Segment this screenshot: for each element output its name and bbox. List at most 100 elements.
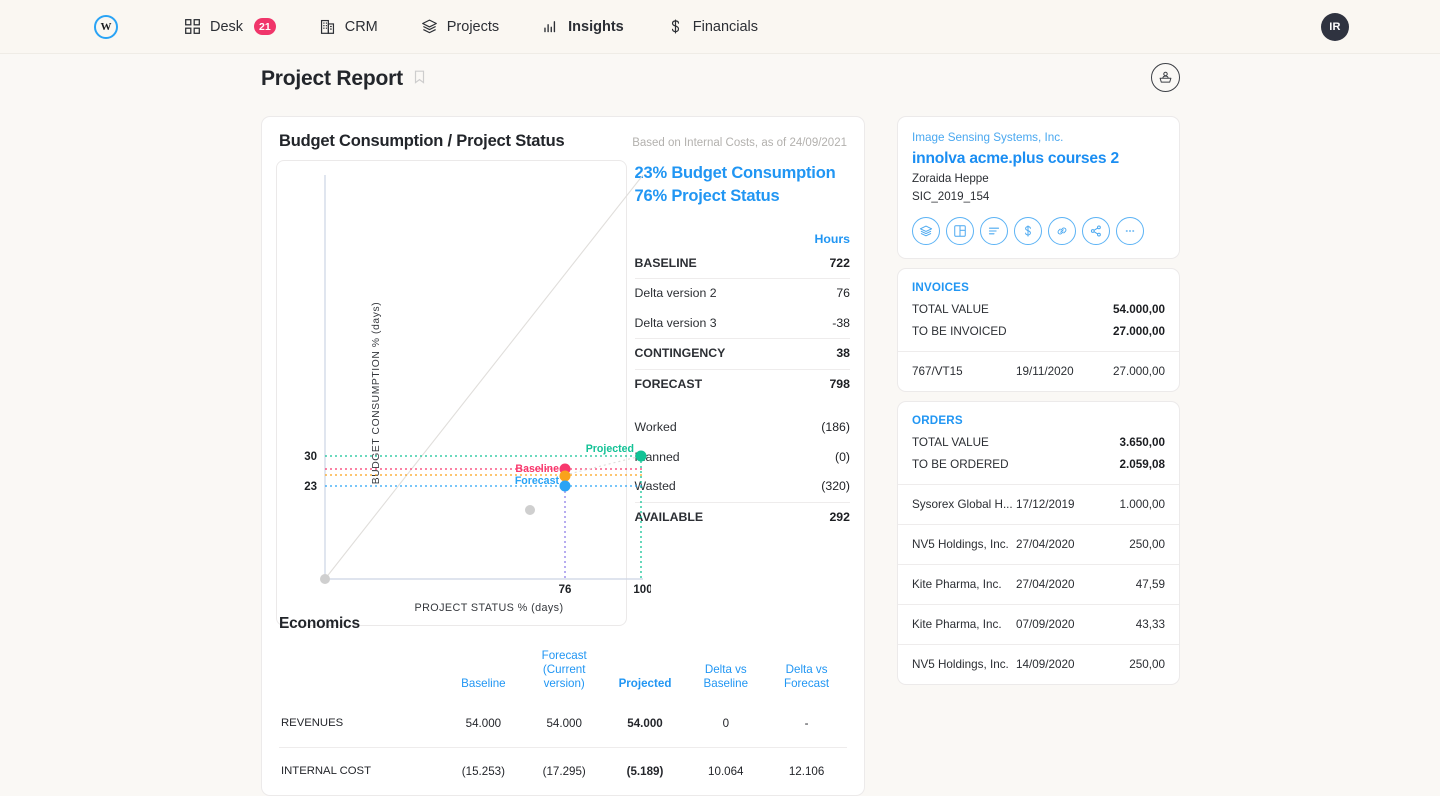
svg-text:30: 30 xyxy=(304,451,317,463)
headline-project-status: 76% Project Status xyxy=(634,187,780,206)
stat-value: (320) xyxy=(821,479,850,494)
orders-total-row: TOTAL VALUE 3.650,00 xyxy=(912,436,1165,449)
budget-stats-panel: 23% Budget Consumption 76% Project Statu… xyxy=(634,160,850,626)
layers-icon-button[interactable] xyxy=(912,216,940,245)
order-ref: Sysorex Global H... xyxy=(912,497,1013,511)
building-icon xyxy=(319,18,336,35)
invoices-summary: INVOICES TOTAL VALUE 54.000,00 TO BE INV… xyxy=(898,269,1179,351)
invoice-ref: 767/VT15 xyxy=(912,364,963,378)
dollar-icon xyxy=(667,18,684,35)
order-date: 27/04/2020 xyxy=(1016,577,1075,591)
value: 2.059,08 xyxy=(1119,457,1166,471)
budget-status-scatter-chart[interactable]: BUDGET CONSUMPTION % (days) 30 23 76 100… xyxy=(276,160,651,626)
value: 3.650,00 xyxy=(1119,435,1166,449)
more-icon xyxy=(1125,229,1135,232)
nav-item-projects[interactable]: Projects xyxy=(421,18,499,35)
order-date: 27/04/2020 xyxy=(1016,537,1075,551)
label: TO BE ORDERED xyxy=(912,457,1009,471)
list-item[interactable]: NV5 Holdings, Inc. 14/09/2020 250,00 xyxy=(898,643,1179,684)
app-logo[interactable]: W xyxy=(94,14,118,39)
col-header-delta-forecast: Delta vs Forecast xyxy=(784,662,830,690)
list-item[interactable]: 767/VT15 19/11/2020 27.000,00 xyxy=(898,350,1179,391)
orders-pending-row: TO BE ORDERED 2.059,08 xyxy=(912,458,1165,471)
layout-icon-button[interactable] xyxy=(946,216,974,245)
cell-forecast: 54.000 xyxy=(546,716,582,730)
col-header-forecast: Forecast (Current version) xyxy=(541,649,587,690)
invoice-amount: 27.000,00 xyxy=(1113,364,1165,378)
chart-subtitle: Based on Internal Costs, as of 24/09/202… xyxy=(632,137,847,149)
stat-value: (0) xyxy=(834,449,850,464)
page-header: Project Report xyxy=(261,54,1180,104)
order-amount: 1.000,00 xyxy=(1119,497,1166,511)
stat-row: Delta version 3 -38 xyxy=(635,309,850,339)
right-sidebar: Image Sensing Systems, Inc. innolva acme… xyxy=(897,116,1180,694)
more-icon-button[interactable] xyxy=(1116,216,1144,245)
stat-value: 38 xyxy=(836,346,850,361)
nav-item-label: Projects xyxy=(446,18,500,35)
cell-forecast: (17.295) xyxy=(523,746,605,795)
invoice-date: 19/11/2020 xyxy=(1016,364,1074,378)
order-ref: NV5 Holdings, Inc. xyxy=(912,537,1009,551)
link-icon xyxy=(1057,227,1067,235)
nav-item-financials[interactable]: Financials xyxy=(667,18,758,35)
list-item[interactable]: Kite Pharma, Inc. 07/09/2020 43,33 xyxy=(898,603,1179,644)
stat-value: 292 xyxy=(829,509,850,524)
col-header-baseline: Baseline xyxy=(461,676,506,690)
order-amount: 250,00 xyxy=(1129,657,1165,671)
svg-text:PROJECT STATUS % (days): PROJECT STATUS % (days) xyxy=(415,602,564,614)
project-summary-card: Image Sensing Systems, Inc. innolva acme… xyxy=(897,116,1180,259)
user-card-icon-button[interactable] xyxy=(1151,63,1180,92)
stats-spacer xyxy=(635,399,850,413)
order-date: 07/09/2020 xyxy=(1016,617,1075,631)
list-item[interactable]: Kite Pharma, Inc. 27/04/2020 47,59 xyxy=(898,563,1179,604)
invoices-total-row: TOTAL VALUE 54.000,00 xyxy=(912,303,1165,316)
dollar-icon-button[interactable] xyxy=(1014,216,1042,245)
headline-budget-consumption: 23% Budget Consumption xyxy=(634,164,836,182)
dollar-icon xyxy=(1025,225,1031,237)
invoices-card: INVOICES TOTAL VALUE 54.000,00 TO BE INV… xyxy=(897,267,1180,392)
project-name[interactable]: innolva acme.plus courses 2 xyxy=(912,147,1165,170)
economics-table: Baseline Forecast (Current version) Proje… xyxy=(279,646,847,795)
top-navigation-bar: W Desk 21 CRM Projects Insights Financia… xyxy=(0,0,1440,54)
stat-row: BASELINE 722 xyxy=(635,249,850,279)
row-label: REVENUES xyxy=(281,717,344,730)
svg-text:23: 23 xyxy=(304,481,317,493)
cell-delta-baseline: 0 xyxy=(722,716,730,730)
order-ref: Kite Pharma, Inc. xyxy=(912,617,1002,631)
economics-title: Economics xyxy=(279,615,360,632)
layers-icon xyxy=(421,18,438,35)
chart-and-stats-row: BUDGET CONSUMPTION % (days) 30 23 76 100… xyxy=(262,151,864,626)
list-item[interactable]: NV5 Holdings, Inc. 27/04/2020 250,00 xyxy=(898,523,1179,564)
label: TOTAL VALUE xyxy=(912,302,989,316)
cell-projected: 54.000 xyxy=(627,716,663,730)
invoices-heading: INVOICES xyxy=(912,280,970,294)
page-title: Project Report xyxy=(261,67,403,90)
nav-item-label: Financials xyxy=(692,18,759,35)
order-ref: NV5 Holdings, Inc. xyxy=(912,657,1009,671)
order-date: 14/09/2020 xyxy=(1016,657,1075,671)
nav-item-insights[interactable]: Insights xyxy=(542,18,624,35)
bookmark-icon[interactable] xyxy=(414,70,425,89)
nav-item-crm[interactable]: CRM xyxy=(319,18,378,35)
list-icon-button[interactable] xyxy=(980,216,1008,245)
stat-row: AVAILABLE 292 xyxy=(634,501,850,533)
link-icon-button[interactable] xyxy=(1048,216,1076,245)
budget-consumption-card: Budget Consumption / Project Status Base… xyxy=(261,116,865,796)
hours-column-header: Hours xyxy=(814,231,850,246)
label: TOTAL VALUE xyxy=(912,435,989,449)
share-icon-button[interactable] xyxy=(1082,216,1110,245)
bar-chart-icon xyxy=(542,18,559,35)
order-ref: Kite Pharma, Inc. xyxy=(912,577,1002,591)
nav-item-desk[interactable]: Desk 21 xyxy=(184,18,276,35)
grid-icon xyxy=(184,18,201,35)
cell-baseline: (15.253) xyxy=(443,746,524,795)
cell-delta-forecast: 12.106 xyxy=(766,746,847,795)
desk-badge-count: 21 xyxy=(254,18,276,35)
stat-value: -38 xyxy=(832,315,850,330)
nav-item-label: Desk xyxy=(210,18,244,35)
list-item[interactable]: Sysorex Global H... 17/12/2019 1.000,00 xyxy=(898,483,1179,524)
table-row: REVENUES 54.000 54.000 54.000 0 - xyxy=(279,700,847,748)
svg-text:Projected: Projected xyxy=(586,443,634,455)
stat-row: CONTINGENCY 38 xyxy=(634,338,850,369)
avatar[interactable]: IR xyxy=(1321,13,1349,41)
